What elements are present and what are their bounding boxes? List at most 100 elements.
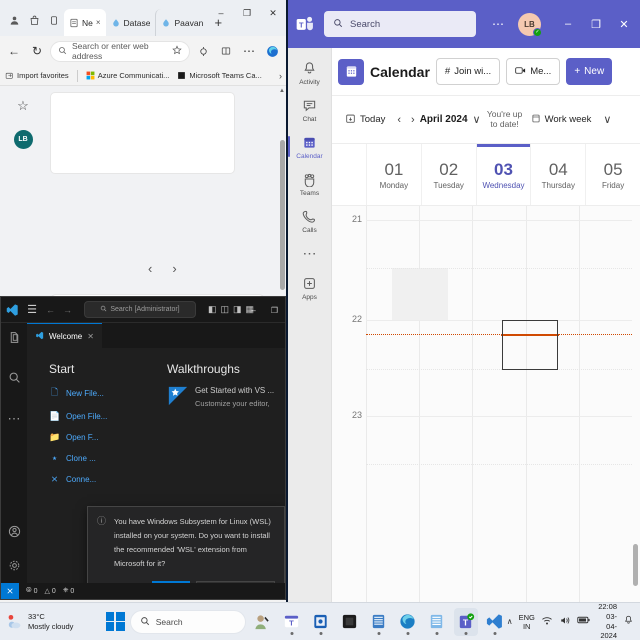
problems-warnings[interactable]: △ 0	[45, 587, 56, 596]
minimize-button[interactable]: –	[208, 0, 234, 26]
taskbar-app-teams-classic[interactable]	[338, 608, 362, 636]
sidebar-item-activity[interactable]: Activity	[288, 54, 332, 91]
profile-icon[interactable]	[4, 6, 24, 34]
calendar-column-monday[interactable]	[366, 206, 419, 604]
day-header-wednesday[interactable]: 03 Wednesday	[475, 144, 531, 205]
taskbar-app-microsoft-store[interactable]	[367, 608, 391, 636]
bookmarks-overflow-chevron-icon[interactable]: ›	[279, 71, 282, 81]
taskbar-app-visual-studio-code[interactable]	[483, 608, 507, 636]
more-icon[interactable]: ⋯	[8, 411, 21, 427]
taskbar-app-taskview-people[interactable]	[251, 608, 275, 636]
battery-icon[interactable]	[577, 615, 591, 628]
calendar-column-friday[interactable]	[578, 206, 632, 604]
close-button[interactable]: ✕	[610, 18, 638, 31]
account-icon[interactable]	[8, 525, 21, 541]
windows-logo-icon[interactable]	[105, 612, 125, 631]
avatar[interactable]: LB	[13, 130, 33, 149]
tab-welcome[interactable]: Welcome ✕	[27, 323, 102, 348]
start-link-clone-repository[interactable]: ⭑ Clone ...	[49, 453, 159, 464]
address-bar[interactable]: Search or enter web address	[50, 40, 190, 62]
next-week-icon[interactable]: ›	[406, 114, 420, 126]
join-with-id-button[interactable]: # Join wi...	[435, 58, 501, 85]
view-selector[interactable]: Work week	[524, 113, 599, 127]
start-link-connect-to[interactable]: ⨯ Conne...	[49, 474, 159, 485]
carousel-next-icon[interactable]: ›	[172, 261, 176, 276]
back-button[interactable]: ←	[4, 41, 24, 61]
browser-tab[interactable]: Ne ×	[64, 9, 106, 36]
meet-now-button[interactable]: Me...	[506, 58, 561, 85]
teams-more-icon[interactable]: ⋯	[492, 17, 504, 31]
edge-profile-badge-icon[interactable]	[262, 41, 282, 61]
remote-wsl-icon[interactable]: ⨯	[1, 583, 19, 599]
taskbar-app-notepad[interactable]	[425, 608, 449, 636]
start-link-open-file[interactable]: 📄 Open File...	[49, 411, 159, 422]
day-header-thursday[interactable]: 04 Thursday	[530, 144, 585, 205]
panel-right-icon[interactable]: ◨	[233, 304, 242, 315]
content-card-empty[interactable]	[50, 92, 235, 174]
taskbar-search-input[interactable]: Search	[129, 609, 246, 634]
sidebar-item-more[interactable]: ⋯	[288, 239, 332, 269]
today-button[interactable]: Today	[338, 113, 392, 127]
view-chevron-down-icon[interactable]: ∨	[598, 113, 616, 126]
teams-search-input[interactable]: Search	[324, 11, 476, 37]
calendar-time-grid[interactable]: 21 22 23	[332, 206, 640, 604]
sidebar-item-teams[interactable]: Teams	[288, 165, 332, 202]
shopping-bag-icon[interactable]	[24, 6, 44, 34]
calendar-column-tuesday[interactable]	[419, 206, 472, 604]
sidebar-item-apps[interactable]: Apps	[288, 269, 332, 306]
volume-icon[interactable]	[559, 615, 571, 629]
reload-button[interactable]: ↻	[27, 41, 47, 61]
panel-left-icon[interactable]: ◧	[208, 304, 217, 315]
taskbar-app-file-explorer[interactable]: T	[280, 608, 304, 636]
sidebar-item-calendar[interactable]: Calendar	[288, 128, 332, 165]
menu-hamburger-icon[interactable]: ☰	[24, 303, 40, 316]
bookmark-azure-communication[interactable]: Azure Communicati...	[86, 71, 169, 80]
minimize-button[interactable]: –	[554, 18, 582, 30]
star-icon[interactable]	[172, 45, 182, 57]
start-link-new-file[interactable]: 🗋 New File...	[49, 385, 159, 401]
start-link-open-folder[interactable]: 📁 Open F...	[49, 432, 159, 443]
user-avatar-wrapper[interactable]: LB ✓	[518, 12, 542, 37]
previous-week-icon[interactable]: ‹	[392, 114, 406, 126]
maximize-button[interactable]: ❐	[234, 0, 260, 26]
maximize-button[interactable]: ❐	[582, 18, 610, 31]
taskbar-app-microsoft-teams[interactable]: T	[453, 607, 478, 636]
selected-time-slot[interactable]	[502, 320, 558, 370]
settings-gear-icon[interactable]	[8, 559, 21, 575]
problems-errors[interactable]: ⦾ 0	[26, 587, 38, 595]
taskbar-app-terminal[interactable]	[396, 608, 420, 636]
browser-tab[interactable]: Paavan	[155, 9, 208, 36]
split-screen-icon[interactable]	[216, 41, 236, 61]
taskbar-weather-widget[interactable]: 33°C Mostly cloudy	[0, 612, 106, 632]
browser-tab[interactable]: Datase	[106, 9, 156, 36]
wifi-icon[interactable]	[541, 615, 553, 629]
language-indicator[interactable]: ENG IN	[519, 613, 535, 631]
new-meeting-button[interactable]: + New	[566, 58, 613, 85]
explorer-icon[interactable]	[8, 331, 21, 347]
day-header-monday[interactable]: 01 Monday	[366, 144, 421, 205]
month-chevron-down-icon[interactable]: ∨	[468, 113, 486, 126]
forwarded-ports[interactable]: ⎈ 0	[63, 587, 75, 595]
bookmark-import-favorites[interactable]: Import favorites	[5, 71, 69, 80]
close-icon[interactable]: ✕	[87, 332, 94, 341]
back-icon[interactable]: ←	[44, 305, 57, 315]
sidebar-item-chat[interactable]: Chat	[288, 91, 332, 128]
calendar-scrollbar[interactable]	[632, 206, 639, 604]
walkthrough-card-get-started[interactable]: Get Started with VS ... Customize your e…	[167, 385, 285, 410]
maximize-button[interactable]: ❐	[264, 297, 285, 323]
star-icon[interactable]: ☆	[17, 98, 29, 114]
scrollbar-thumb[interactable]	[633, 544, 638, 586]
close-button[interactable]: ✕	[260, 0, 286, 26]
copilot-icon[interactable]	[193, 41, 213, 61]
minimize-button[interactable]: –	[243, 297, 264, 323]
taskbar-clock[interactable]: 22:08 03-04-2024	[597, 602, 617, 640]
more-options-icon[interactable]: ⋯	[239, 41, 259, 61]
vertical-tabs-icon[interactable]	[44, 6, 64, 34]
calendar-column-wednesday[interactable]	[472, 206, 525, 604]
search-icon[interactable]	[8, 371, 21, 387]
bookmark-microsoft-teams-ca[interactable]: Microsoft Teams Ca...	[177, 71, 262, 80]
scrollbar-thumb[interactable]	[280, 140, 285, 290]
day-header-tuesday[interactable]: 02 Tuesday	[420, 144, 476, 205]
sidebar-item-calls[interactable]: Calls	[288, 202, 332, 239]
carousel-prev-icon[interactable]: ‹	[148, 261, 152, 276]
